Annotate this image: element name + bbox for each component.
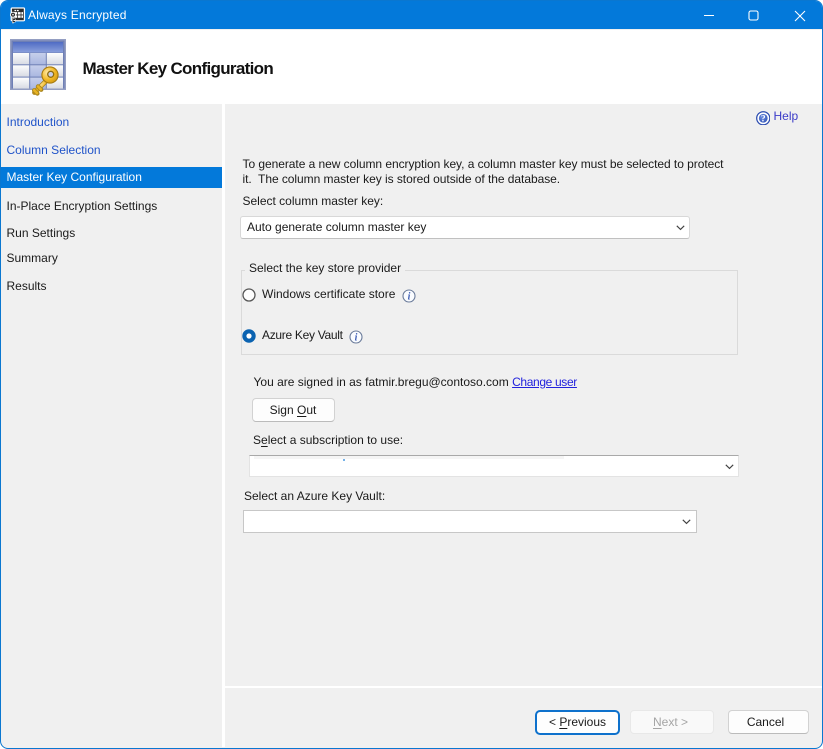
svg-text:i: i [408,291,411,302]
svg-text:i: i [355,332,358,343]
svg-text:?: ? [760,114,765,124]
